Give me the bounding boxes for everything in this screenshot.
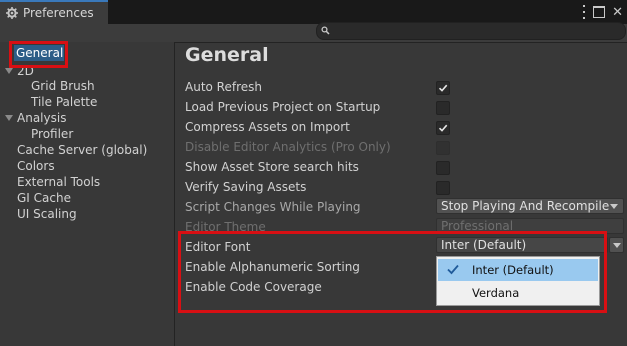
compress-assets-checkbox[interactable]: [436, 121, 450, 135]
sidebar-item-profiler[interactable]: Profiler: [31, 126, 73, 142]
general-highlight-box: [9, 41, 68, 68]
script-changes-label: Script Changes While Playing: [185, 200, 361, 214]
sidebar-item-analysis[interactable]: Analysis: [17, 110, 66, 126]
fold-2d-icon[interactable]: [5, 68, 13, 74]
load-previous-project-checkbox[interactable]: [436, 101, 450, 115]
editor-font-dropdown-arrow[interactable]: [609, 237, 624, 253]
disable-editor-analytics-checkbox: [436, 141, 450, 155]
sidebar-item-gi-cache[interactable]: GI Cache: [17, 190, 71, 206]
sidebar-item-external-tools[interactable]: External Tools: [17, 174, 100, 190]
fold-analysis-icon[interactable]: [5, 115, 13, 121]
window-title: Preferences: [23, 6, 94, 20]
page-title: General: [185, 44, 269, 66]
sidebar-item-ui-scaling[interactable]: UI Scaling: [17, 206, 77, 222]
preferences-tab[interactable]: Preferences: [0, 0, 108, 24]
auto-refresh-checkbox[interactable]: [436, 81, 450, 95]
sidebar-item-tile-palette[interactable]: Tile Palette: [31, 94, 97, 110]
sidebar-item-colors[interactable]: Colors: [17, 158, 55, 174]
auto-refresh-label: Auto Refresh: [185, 80, 262, 94]
compress-assets-label: Compress Assets on Import: [185, 120, 350, 134]
show-asset-store-hits-label: Show Asset Store search hits: [185, 160, 359, 174]
sidebar-item-cache-server[interactable]: Cache Server (global): [17, 142, 147, 158]
maximize-icon[interactable]: [593, 6, 606, 18]
load-previous-project-label: Load Previous Project on Startup: [185, 100, 381, 114]
verify-saving-assets-checkbox[interactable]: [436, 181, 450, 195]
search-icon: [321, 26, 330, 35]
script-changes-dropdown[interactable]: Stop Playing And Recompile: [436, 198, 624, 214]
search-input[interactable]: [316, 22, 626, 40]
script-changes-value: Stop Playing And Recompile: [441, 199, 610, 213]
chevron-down-icon: [610, 204, 618, 209]
chevron-down-icon: [613, 243, 621, 248]
close-icon[interactable]: ✕: [612, 6, 623, 19]
show-asset-store-hits-checkbox[interactable]: [436, 161, 450, 175]
more-options-icon[interactable]: [582, 5, 586, 19]
checkmark-icon: [438, 124, 448, 132]
checkmark-icon: [438, 84, 448, 92]
gear-icon: [6, 7, 18, 19]
sidebar-item-grid-brush[interactable]: Grid Brush: [31, 78, 95, 94]
disable-editor-analytics-label: Disable Editor Analytics (Pro Only): [185, 140, 391, 154]
editor-font-highlight-box: [178, 231, 607, 313]
title-bar: Preferences ✕: [0, 0, 627, 24]
verify-saving-assets-label: Verify Saving Assets: [185, 180, 307, 194]
